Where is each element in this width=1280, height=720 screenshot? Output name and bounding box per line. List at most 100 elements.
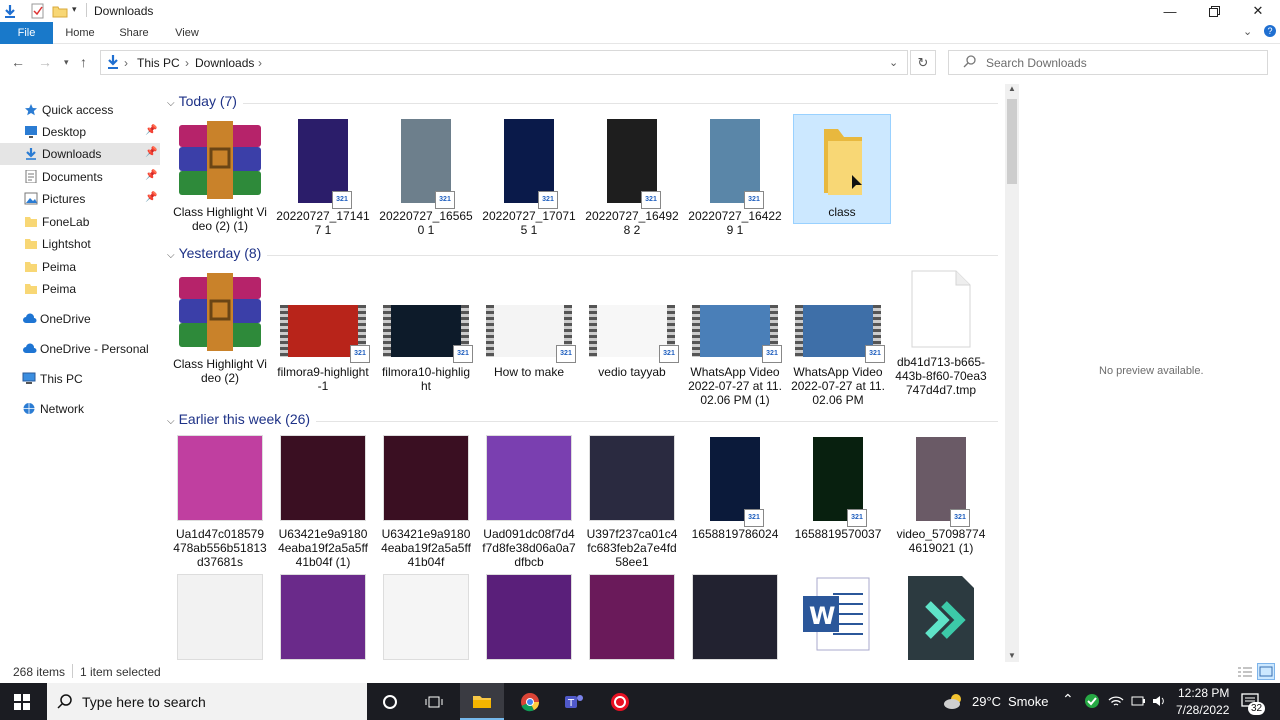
recent-locations-icon[interactable]: ▾ [64,57,69,68]
minimize-button[interactable]: — [1148,0,1192,22]
file-item[interactable]: 321 video_570987744619021 (1) [892,431,990,555]
expand-ribbon-icon[interactable]: ⌄ [1243,25,1252,38]
volume-icon[interactable] [1151,693,1167,712]
sidebar-item-onedrive-personal[interactable]: OneDrive - Personal [0,338,160,360]
file-item[interactable]: U63421e9a91804eaba19f2a5a5ff41b04f (1) [274,431,372,569]
network-wifi-icon[interactable] [1108,693,1124,712]
pin-icon[interactable]: 📌 [145,170,157,181]
group-header[interactable]: ⌵ Earlier this week (26) [167,411,998,427]
file-item[interactable]: 321 20220727_165650 1 [377,113,475,237]
details-view-icon[interactable] [1237,665,1253,679]
file-item[interactable]: U397f237ca01c4fc683feb2a7e4fd58ee1 [583,431,681,569]
group-header[interactable]: ⌵ Today (7) [167,93,998,109]
sidebar-item-fonelab[interactable]: FoneLab [0,211,160,233]
breadcrumb-downloads[interactable]: Downloads [195,56,254,70]
scroll-down-icon[interactable]: ▼ [1008,651,1016,660]
file-item[interactable]: W [789,570,887,654]
pin-icon[interactable]: 📌 [145,147,157,158]
scroll-up-icon[interactable]: ▲ [1008,84,1016,93]
file-item[interactable]: 321 vedio tayyab [583,265,681,379]
file-item[interactable] [274,570,372,660]
scrollbar-thumb[interactable] [1007,99,1017,184]
file-item[interactable]: class [793,114,891,224]
file-item[interactable] [377,570,475,660]
taskbar-search-box[interactable]: Type here to search [47,683,367,720]
file-item[interactable] [583,570,681,660]
help-icon[interactable]: ? [1264,25,1276,37]
pin-icon[interactable]: 📌 [145,125,157,136]
file-item[interactable]: db41d713-b665-443b-8f60-70ea3747d4d7.tmp [892,265,990,397]
new-folder-icon[interactable] [52,3,68,19]
sidebar-item-this-pc[interactable]: This PC [0,368,160,390]
file-item[interactable] [480,570,578,660]
sidebar-item-onedrive[interactable]: OneDrive [0,308,160,330]
file-item[interactable]: Uad091dc08f7d4f7d8fe38d06a0a7dfbcb [480,431,578,569]
chrome-icon[interactable] [508,683,552,720]
file-item[interactable]: 321 WhatsApp Video 2022-07-27 at 11.02.06… [686,265,784,407]
restore-button[interactable] [1192,0,1236,22]
clock-time[interactable]: 12:28 PM [1178,686,1229,700]
weather-condition[interactable]: Smoke [1008,694,1048,709]
vertical-scrollbar[interactable]: ▲ ▼ [1005,84,1019,662]
file-item[interactable] [171,570,269,660]
sidebar-item-documents[interactable]: Documents 📌 [0,166,160,188]
file-item[interactable]: 321 WhatsApp Video 2022-07-27 at 11.02.06… [789,265,887,407]
sidebar-item-peima[interactable]: Peima [0,278,160,300]
start-button[interactable] [0,683,44,720]
sidebar-item-quick-access[interactable]: Quick access [0,99,160,121]
file-item[interactable]: Class Highlight Video (2) [171,265,269,385]
file-item[interactable]: U63421e9a91804eaba19f2a5a5ff41b04f [377,431,475,569]
task-view-icon[interactable] [412,683,456,720]
file-item[interactable]: 321 1658819786024 [686,431,784,541]
sidebar-item-peima[interactable]: Peima [0,256,160,278]
screen-recorder-icon[interactable] [598,683,642,720]
large-icons-view-icon[interactable] [1257,663,1275,680]
weather-icon[interactable] [943,692,965,713]
file-item[interactable]: 321 20220727_164229 1 [686,113,784,237]
group-header[interactable]: ⌵ Yesterday (8) [167,245,998,261]
breadcrumb-this-pc[interactable]: This PC [137,56,180,70]
image-thumbnail [280,574,366,660]
cortana-icon[interactable] [368,683,412,720]
close-button[interactable]: ✕ [1236,0,1280,22]
sidebar-item-lightshot[interactable]: Lightshot [0,233,160,255]
properties-icon[interactable] [30,3,46,19]
sidebar-item-downloads[interactable]: Downloads 📌 [0,143,160,165]
group-header-label: Earlier this week (26) [178,411,311,427]
forward-arrow-icon[interactable]: → [38,54,52,70]
file-item[interactable]: 321 20220727_170715 1 [480,113,578,237]
file-item[interactable]: 321 20220727_164928 2 [583,113,681,237]
security-check-icon[interactable] [1084,693,1100,712]
sidebar-item-desktop[interactable]: Desktop 📌 [0,121,160,143]
file-item[interactable]: 321 20220727_171417 1 [274,113,372,237]
clock-date[interactable]: 7/28/2022 [1176,703,1229,717]
pin-icon[interactable]: 📌 [145,192,157,203]
back-arrow-icon[interactable]: ← [11,54,25,70]
sidebar-item-network[interactable]: Network [0,398,160,420]
file-explorer-taskbar-icon[interactable] [460,683,504,720]
file-item[interactable]: 321 filmora9-highlight-1 [274,265,372,393]
file-item[interactable]: 321 1658819570037 [789,431,887,541]
tab-share[interactable]: Share [114,22,154,44]
address-bar[interactable]: › This PC › Downloads › ⌄ [100,50,908,75]
battery-icon[interactable] [1130,693,1146,712]
file-item[interactable]: 321 filmora10-highlight [377,265,475,393]
video-thumbnail: 321 [280,305,370,363]
weather-temperature[interactable]: 29°C [972,694,1001,709]
sidebar-item-pictures[interactable]: Pictures 📌 [0,188,160,210]
chevron-down-icon[interactable]: ⌄ [889,56,898,69]
tab-view[interactable]: View [167,22,207,44]
file-item[interactable]: Ua1d47c018579478ab556b51813d37681s [171,431,269,569]
file-item[interactable] [686,570,784,660]
file-item[interactable]: 321 How to make [480,265,578,379]
search-input[interactable]: Search Downloads [948,50,1268,75]
refresh-button[interactable]: ↻ [910,50,936,75]
show-hidden-icons-icon[interactable]: ⌃ [1062,691,1074,708]
file-item[interactable] [892,570,990,662]
tab-home[interactable]: Home [60,22,100,44]
customize-toolbar-icon[interactable]: ▾ [72,4,77,15]
up-arrow-icon[interactable]: ↑ [80,54,87,70]
teams-icon[interactable]: T [552,683,596,720]
tab-file[interactable]: File [0,22,53,44]
file-item[interactable]: Class Highlight Video (2) (1) [171,113,269,233]
